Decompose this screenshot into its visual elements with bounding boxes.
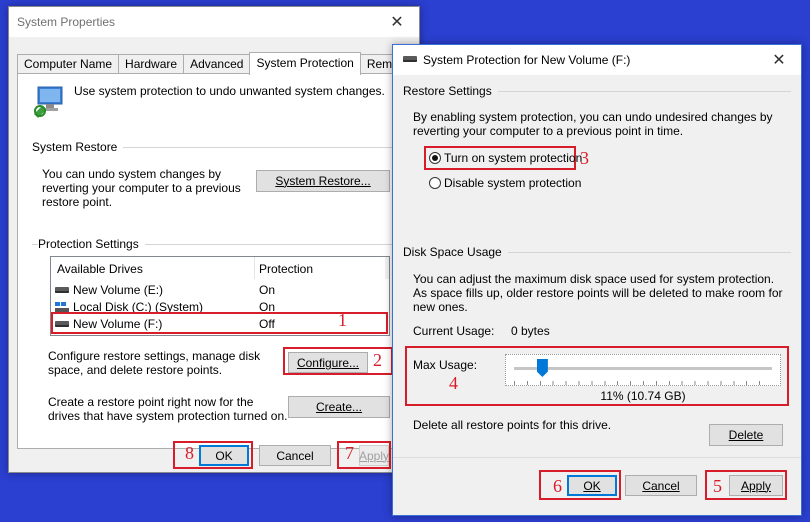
max-usage-label: Max Usage:	[413, 358, 478, 372]
create-button[interactable]: Create...	[288, 396, 390, 418]
system-restore-button[interactable]: System Restore...	[256, 170, 390, 192]
tab-system-protection[interactable]: System Protection	[249, 52, 361, 75]
drive-name: New Volume (E:)	[73, 283, 164, 297]
dialog-title-bar: System Protection for New Volume (F:) ✕	[393, 45, 801, 75]
column-divider	[254, 257, 255, 279]
radio-turn-on[interactable]: Turn on system protection	[429, 151, 582, 165]
close-icon[interactable]: ✕	[757, 45, 801, 75]
system-restore-description: You can undo system changes by reverting…	[42, 167, 241, 209]
drive-icon	[403, 56, 417, 62]
max-usage-slider[interactable]	[505, 354, 781, 386]
current-usage-value: 0 bytes	[511, 324, 550, 338]
radio-unselected-icon	[429, 176, 441, 189]
configure-description: Configure restore settings, manage disk …	[48, 349, 261, 377]
system-drive-icon	[55, 301, 69, 312]
apply-button[interactable]: Apply	[359, 445, 389, 466]
system-protection-panel: Use system protection to undo unwanted s…	[17, 73, 402, 449]
delete-button[interactable]: Delete	[709, 424, 783, 446]
dialog-title: System Protection for New Volume (F:)	[423, 53, 631, 67]
slider-ticks	[514, 381, 772, 385]
column-header-protection[interactable]: Protection	[259, 262, 313, 276]
slider-track	[514, 367, 772, 370]
configure-button[interactable]: Configure...	[288, 352, 368, 373]
annotation-number-4: 4	[449, 373, 458, 393]
annotation-number-8: 8	[185, 443, 194, 463]
system-restore-label: System Restore	[32, 140, 124, 154]
system-properties-window: System Properties ✕ Computer Name Hardwa…	[8, 6, 420, 473]
current-usage-label: Current Usage:	[413, 324, 495, 338]
tab-bar: Computer Name Hardware Advanced System P…	[17, 52, 416, 75]
list-scrollbar-stub	[385, 257, 389, 279]
dialog-ok-button[interactable]: OK	[567, 475, 617, 496]
radio-disable[interactable]: Disable system protection	[429, 176, 581, 190]
annotation-number-1: 1	[338, 310, 347, 330]
annotation-number-7: 7	[345, 443, 354, 463]
dialog-apply-button[interactable]: Apply	[729, 475, 783, 496]
system-protection-icon	[32, 84, 66, 118]
dialog-bottom-divider	[393, 457, 801, 458]
ok-button[interactable]: OK	[199, 445, 249, 466]
title-bar: System Properties ✕	[9, 7, 419, 37]
restore-settings-description: By enabling system protection, you can u…	[413, 110, 773, 138]
disk-space-description: You can adjust the maximum disk space us…	[413, 272, 783, 314]
disk-space-label: Disk Space Usage	[403, 245, 508, 259]
annotation-number-3: 3	[580, 148, 589, 168]
dialog-cancel-button[interactable]: Cancel	[625, 475, 697, 496]
cancel-button[interactable]: Cancel	[259, 445, 331, 466]
protection-settings-label: Protection Settings	[38, 237, 145, 251]
drive-protection: On	[259, 283, 276, 297]
annotation-number-2: 2	[373, 350, 382, 370]
create-description: Create a restore point right now for the…	[48, 395, 288, 423]
tab-computer-name[interactable]: Computer Name	[17, 54, 120, 74]
table-row[interactable]: New Volume (E:) On	[55, 283, 385, 299]
window-title: System Properties	[17, 15, 116, 29]
system-protection-dialog: System Protection for New Volume (F:) ✕ …	[392, 44, 802, 516]
max-usage-value: 11% (10.74 GB)	[600, 389, 686, 403]
slider-thumb[interactable]	[536, 359, 548, 377]
intro-text: Use system protection to undo unwanted s…	[74, 84, 385, 98]
restore-settings-label: Restore Settings	[403, 84, 498, 98]
delete-description: Delete all restore points for this drive…	[413, 418, 612, 432]
tab-hardware[interactable]: Hardware	[118, 54, 185, 74]
close-icon[interactable]: ✕	[375, 7, 419, 37]
drive-icon	[55, 286, 69, 293]
radio-selected-icon	[429, 151, 441, 164]
radio-disable-label: Disable system protection	[444, 176, 582, 190]
annotation-number-6: 6	[553, 476, 562, 496]
tab-advanced[interactable]: Advanced	[183, 54, 251, 74]
radio-turn-on-label: Turn on system protection	[444, 151, 583, 165]
annotation-number-5: 5	[713, 476, 722, 496]
column-header-drives[interactable]: Available Drives	[57, 262, 143, 276]
